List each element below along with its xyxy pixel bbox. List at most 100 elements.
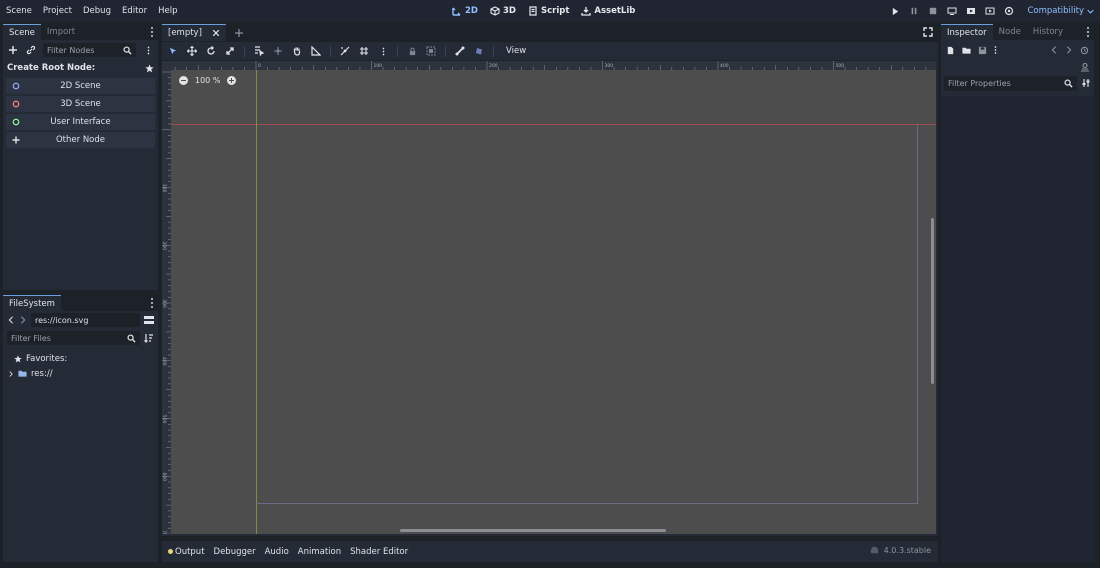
workspace-2d-button[interactable]: 2D: [452, 6, 478, 16]
root-user-interface-button[interactable]: User Interface: [6, 114, 155, 130]
split-mode-icon[interactable]: [144, 315, 154, 325]
tab-shader-editor[interactable]: Shader Editor: [350, 547, 408, 557]
zoom-out-icon[interactable]: [179, 76, 188, 85]
root-3d-scene-button[interactable]: 3D Scene: [6, 96, 155, 112]
chevron-right-icon[interactable]: [8, 370, 14, 377]
property-options-icon[interactable]: [1081, 78, 1091, 88]
favorite-star-icon[interactable]: [145, 63, 154, 73]
add-node-icon[interactable]: [7, 44, 19, 56]
new-resource-icon[interactable]: [946, 46, 955, 55]
favorites-item[interactable]: Favorites:: [3, 351, 158, 366]
horizontal-scrollbar[interactable]: [400, 529, 666, 532]
open-folder-icon[interactable]: [962, 46, 971, 55]
inspector-kebab-icon[interactable]: [1085, 27, 1091, 37]
filesystem-dock-tabs: FileSystem: [3, 295, 158, 311]
forward-arrow-icon[interactable]: [19, 316, 27, 324]
menu-editor[interactable]: Editor: [122, 6, 152, 16]
filesystem-kebab-icon[interactable]: [149, 298, 155, 308]
tab-history[interactable]: History: [1027, 24, 1069, 40]
res-root-label: res://: [31, 368, 53, 379]
save-icon[interactable]: [978, 46, 987, 55]
scene-tab-empty[interactable]: [empty]: [162, 24, 226, 41]
vertical-scrollbar[interactable]: [931, 218, 934, 384]
filter-properties-input[interactable]: Filter Properties: [944, 75, 1077, 91]
workspace-assetlib-button[interactable]: AssetLib: [581, 6, 635, 16]
sort-icon[interactable]: [144, 333, 154, 343]
zoom-in-icon[interactable]: [227, 76, 237, 85]
view-menu-button[interactable]: View: [506, 46, 526, 56]
instance-scene-icon[interactable]: [25, 44, 37, 56]
scene-options-kebab-icon[interactable]: [142, 44, 154, 56]
tab-debugger[interactable]: Debugger: [214, 547, 256, 557]
tab-filesystem[interactable]: FileSystem: [3, 295, 61, 311]
tab-node[interactable]: Node: [993, 24, 1027, 40]
tab-audio[interactable]: Audio: [265, 547, 289, 557]
root-2d-scene-button[interactable]: 2D Scene: [6, 78, 155, 94]
close-icon[interactable]: [212, 29, 220, 37]
canvas-area[interactable]: 100 %: [171, 70, 936, 534]
history-forward-icon[interactable]: [1065, 46, 1073, 54]
play-icon[interactable]: [890, 6, 900, 16]
root-other-node-button[interactable]: Other Node: [6, 132, 155, 148]
distraction-free-icon[interactable]: [923, 27, 933, 37]
object-properties-icon[interactable]: [1080, 62, 1090, 72]
menu-project[interactable]: Project: [43, 6, 77, 16]
ruler-label: 200: [489, 63, 498, 69]
tab-inspector[interactable]: Inspector: [941, 24, 993, 40]
vertical-ruler[interactable]: 100 200 300 400 500 600 700: [162, 70, 171, 534]
movie-maker-icon[interactable]: [1004, 6, 1014, 16]
pause-icon[interactable]: [909, 6, 919, 16]
ruler-tool-icon[interactable]: [310, 45, 322, 57]
play-scene-icon[interactable]: [966, 6, 976, 16]
recent-history-icon[interactable]: [1080, 46, 1089, 55]
tab-scene[interactable]: Scene: [3, 24, 41, 40]
ruler-label: 400: [162, 357, 167, 366]
group-icon[interactable]: [425, 45, 437, 57]
rotate-mode-icon[interactable]: [205, 45, 217, 57]
filter-files-input[interactable]: Filter Files: [7, 331, 140, 345]
pan-icon[interactable]: [291, 45, 303, 57]
list-select-icon[interactable]: [253, 45, 265, 57]
add-scene-tab-icon[interactable]: [234, 28, 244, 38]
play-custom-scene-icon[interactable]: [985, 6, 995, 16]
history-back-icon[interactable]: [1050, 46, 1058, 54]
toolbar-divider: [330, 45, 331, 57]
menu-debug[interactable]: Debug: [83, 6, 116, 16]
ruler-label: 700: [162, 530, 167, 534]
kebab-menu-icon[interactable]: [149, 27, 155, 37]
root-other-node-label: Other Node: [55, 135, 106, 145]
menu-help[interactable]: Help: [158, 6, 182, 16]
remote-debug-icon[interactable]: [947, 6, 957, 16]
filter-nodes-input[interactable]: Filter Nodes: [43, 43, 136, 57]
star-icon: [14, 354, 22, 362]
renderer-select[interactable]: Compatibility: [1027, 6, 1094, 16]
tab-animation[interactable]: Animation: [298, 547, 341, 557]
res-root-item[interactable]: res://: [3, 366, 158, 381]
tab-output[interactable]: Output: [168, 547, 205, 557]
tab-import[interactable]: Import: [41, 24, 81, 40]
particles-icon[interactable]: [473, 45, 485, 57]
path-field[interactable]: res://icon.svg: [31, 313, 140, 327]
back-arrow-icon[interactable]: [7, 316, 15, 324]
inspector-object-row: [941, 60, 1094, 74]
skeleton-bone-icon[interactable]: [454, 45, 466, 57]
menu-scene[interactable]: Scene: [6, 6, 37, 16]
horizontal-ruler[interactable]: 100010020030040050060070080090010001100: [171, 61, 936, 70]
workspace-3d-button[interactable]: 3D: [490, 6, 516, 16]
snap-options-kebab-icon[interactable]: [377, 45, 389, 57]
grid-snap-icon[interactable]: [358, 45, 370, 57]
smart-snap-icon[interactable]: [339, 45, 351, 57]
pivot-icon[interactable]: [272, 45, 284, 57]
vertical-ruler-ticks: 100 200 300 400 500 600 700: [162, 71, 171, 534]
lock-icon[interactable]: [406, 45, 418, 57]
move-mode-icon[interactable]: [186, 45, 198, 57]
stop-icon[interactable]: [928, 6, 938, 16]
select-mode-icon[interactable]: [167, 45, 179, 57]
inspector-filter-bar: Filter Properties: [941, 74, 1094, 92]
zoom-level-label[interactable]: 100 %: [195, 76, 220, 85]
scale-mode-icon[interactable]: [224, 45, 236, 57]
resource-options-kebab-icon[interactable]: [994, 45, 997, 55]
version-label: 4.0.3.stable: [883, 546, 931, 555]
workspace-script-button[interactable]: Script: [528, 6, 569, 16]
create-root-label: Create Root Node:: [7, 63, 96, 73]
